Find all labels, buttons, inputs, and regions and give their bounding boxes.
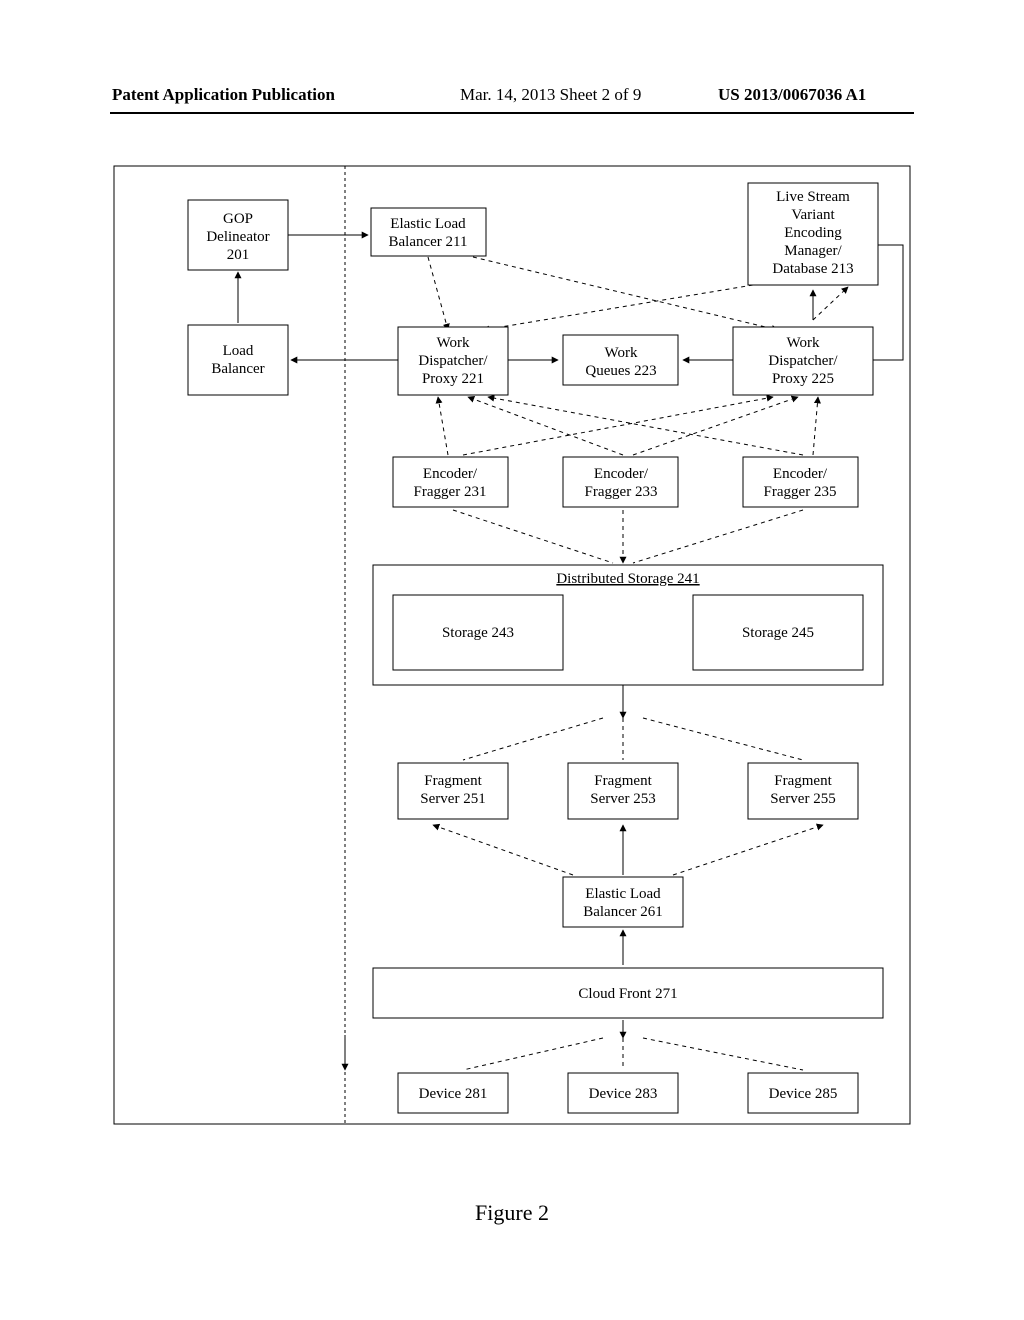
box-elb2: Elastic Load Balancer 261 bbox=[563, 877, 683, 927]
box-cf: Cloud Front 271 bbox=[373, 968, 883, 1018]
svg-text:Elastic Load: Elastic Load bbox=[390, 216, 466, 232]
header-mid: Mar. 14, 2013 Sheet 2 of 9 bbox=[460, 85, 641, 105]
svg-text:Variant: Variant bbox=[791, 207, 835, 223]
box-d1: Device 281 bbox=[398, 1073, 508, 1113]
figure-label: Figure 2 bbox=[0, 1200, 1024, 1226]
box-ef1: Encoder/ Fragger 231 bbox=[393, 457, 508, 507]
svg-text:Fragment: Fragment bbox=[774, 773, 832, 789]
svg-text:Balancer 211: Balancer 211 bbox=[389, 234, 468, 250]
svg-text:Queues 223: Queues 223 bbox=[585, 363, 656, 379]
svg-text:Fragger 233: Fragger 233 bbox=[585, 484, 658, 500]
svg-text:Dispatcher/: Dispatcher/ bbox=[418, 353, 488, 369]
box-wq: Work Queues 223 bbox=[563, 335, 678, 385]
svg-text:Encoder/: Encoder/ bbox=[594, 466, 649, 482]
svg-text:Balancer 261: Balancer 261 bbox=[583, 904, 663, 920]
svg-text:Elastic Load: Elastic Load bbox=[585, 886, 661, 902]
box-ef2: Encoder/ Fragger 233 bbox=[563, 457, 678, 507]
box-ds: Distributed Storage 241 Storage 243 Stor… bbox=[373, 565, 883, 685]
svg-text:Work: Work bbox=[787, 335, 820, 351]
box-fs2: Fragment Server 253 bbox=[568, 763, 678, 819]
header-rule bbox=[110, 112, 914, 114]
svg-text:Proxy 221: Proxy 221 bbox=[422, 371, 484, 387]
header-right: US 2013/0067036 A1 bbox=[718, 85, 866, 105]
svg-text:Live Stream: Live Stream bbox=[776, 189, 850, 205]
box-fs3: Fragment Server 255 bbox=[748, 763, 858, 819]
svg-text:Distributed Storage 241: Distributed Storage 241 bbox=[556, 571, 699, 587]
diagram: GOP Delineator 201 Load Balancer Elastic… bbox=[113, 165, 911, 1175]
box-d3: Device 285 bbox=[748, 1073, 858, 1113]
svg-text:Encoding: Encoding bbox=[784, 225, 842, 241]
box-lb: Load Balancer bbox=[188, 325, 288, 395]
page: Patent Application Publication Mar. 14, … bbox=[0, 0, 1024, 1320]
svg-text:Manager/: Manager/ bbox=[784, 243, 842, 259]
svg-text:Fragment: Fragment bbox=[424, 773, 482, 789]
svg-text:Server 251: Server 251 bbox=[420, 791, 485, 807]
box-wd1: Work Dispatcher/ Proxy 221 bbox=[398, 327, 508, 395]
svg-text:Fragger 231: Fragger 231 bbox=[414, 484, 487, 500]
box-fs1: Fragment Server 251 bbox=[398, 763, 508, 819]
svg-text:201: 201 bbox=[227, 247, 250, 263]
svg-text:Fragger 235: Fragger 235 bbox=[764, 484, 837, 500]
svg-text:Encoder/: Encoder/ bbox=[423, 466, 478, 482]
svg-text:Storage 245: Storage 245 bbox=[742, 625, 814, 641]
svg-text:Work: Work bbox=[605, 345, 638, 361]
svg-text:Device 281: Device 281 bbox=[419, 1086, 488, 1102]
box-d2: Device 283 bbox=[568, 1073, 678, 1113]
svg-text:GOP: GOP bbox=[223, 211, 253, 227]
svg-text:Database 213: Database 213 bbox=[772, 261, 853, 277]
svg-text:Load: Load bbox=[223, 343, 254, 359]
svg-text:Server 255: Server 255 bbox=[770, 791, 835, 807]
svg-text:Device 285: Device 285 bbox=[769, 1086, 838, 1102]
svg-text:Proxy 225: Proxy 225 bbox=[772, 371, 834, 387]
svg-text:Balancer: Balancer bbox=[211, 361, 264, 377]
box-ef3: Encoder/ Fragger 235 bbox=[743, 457, 858, 507]
svg-text:Work: Work bbox=[437, 335, 470, 351]
svg-text:Cloud Front 271: Cloud Front 271 bbox=[578, 986, 677, 1002]
svg-text:Device 283: Device 283 bbox=[589, 1086, 658, 1102]
header-left: Patent Application Publication bbox=[112, 85, 335, 105]
box-elb1: Elastic Load Balancer 211 bbox=[371, 208, 486, 256]
svg-text:Fragment: Fragment bbox=[594, 773, 652, 789]
svg-text:Delineator: Delineator bbox=[206, 229, 269, 245]
svg-text:Dispatcher/: Dispatcher/ bbox=[768, 353, 838, 369]
box-wd2: Work Dispatcher/ Proxy 225 bbox=[733, 327, 873, 395]
box-gop: GOP Delineator 201 bbox=[188, 200, 288, 270]
svg-text:Storage 243: Storage 243 bbox=[442, 625, 514, 641]
svg-text:Server 253: Server 253 bbox=[590, 791, 655, 807]
box-mgr: Live Stream Variant Encoding Manager/ Da… bbox=[748, 183, 878, 285]
svg-text:Encoder/: Encoder/ bbox=[773, 466, 828, 482]
